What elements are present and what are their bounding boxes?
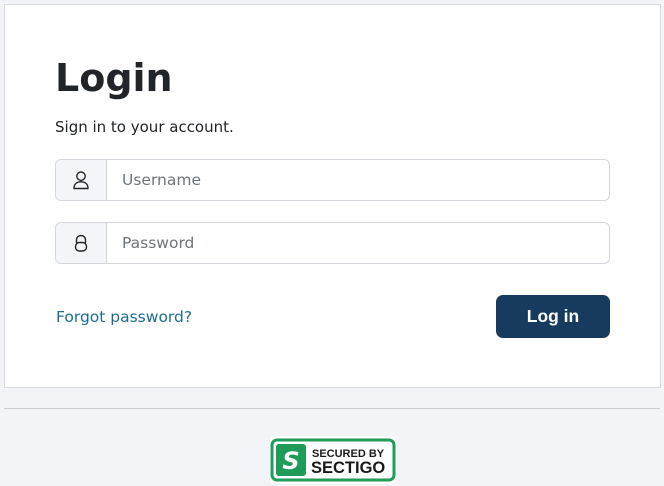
username-input-group — [55, 159, 610, 201]
page-subtitle: Sign in to your account. — [55, 118, 234, 136]
page-title: Login — [55, 56, 173, 100]
sectigo-badge[interactable]: S SECURED BY SECTIGO — [270, 436, 396, 484]
forgot-password-link[interactable]: Forgot password? — [56, 306, 192, 328]
password-input[interactable] — [107, 223, 609, 263]
lock-icon — [56, 223, 107, 263]
password-input-group — [55, 222, 610, 264]
login-card: Login Sign in to your account. Forgot pa… — [4, 4, 661, 388]
login-button[interactable]: Log in — [496, 295, 610, 338]
badge-letter: S — [282, 447, 299, 475]
badge-line2: SECTIGO — [311, 459, 385, 477]
footer-divider — [4, 408, 660, 409]
user-icon — [56, 160, 107, 200]
sectigo-seal-icon: S SECURED BY SECTIGO — [270, 438, 396, 482]
username-input[interactable] — [107, 160, 609, 200]
